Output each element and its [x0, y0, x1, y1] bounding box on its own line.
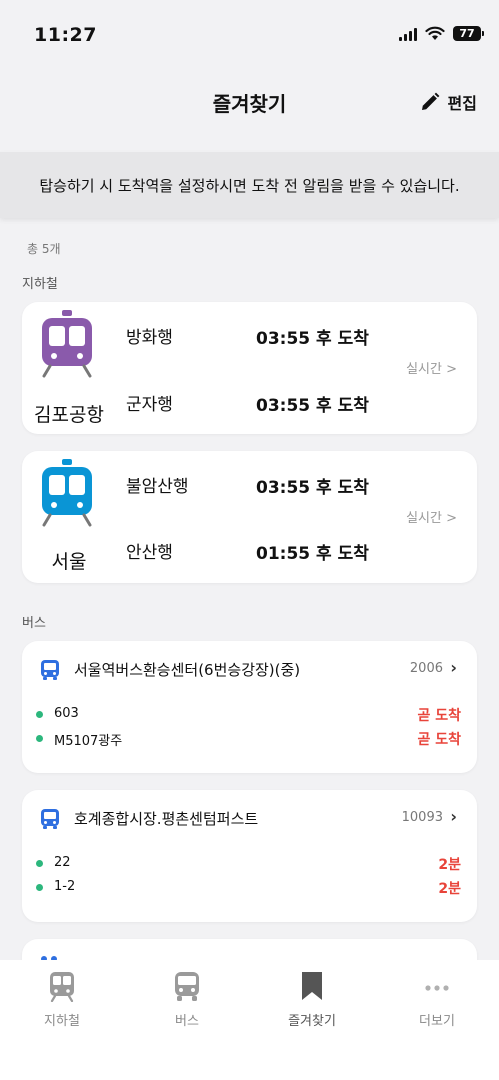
route-status-dot — [36, 711, 43, 718]
arrival-time: 01:55 후 도착 — [256, 544, 369, 564]
realtime-link[interactable]: 실시간 > — [406, 358, 457, 377]
section-label-subway: 지하철 — [22, 277, 58, 292]
tab-more[interactable]: 더보기 — [387, 970, 487, 1029]
tab-label: 지하철 — [44, 1014, 80, 1029]
route-status-dot — [36, 884, 43, 891]
route-number: 1-2 — [54, 879, 76, 894]
subway-favorite-card[interactable]: 김포공항 방화행 03:55 후 도착 실시간 > 군자행 03:55 후 도착 — [22, 302, 477, 434]
bookmark-icon — [302, 972, 322, 1000]
edit-button[interactable]: 편집 — [420, 90, 477, 114]
notice-text: 탑승하기 시 도착역을 설정하시면 도착 전 알림을 받을 수 있습니다. — [39, 176, 460, 195]
subway-favorite-card[interactable]: 서울 불암산행 03:55 후 도착 실시간 > 안산행 01:55 후 도착 — [22, 451, 477, 583]
tab-bar: 지하철 버스 즐겨찾기 더보기 — [0, 960, 499, 1080]
train-icon — [50, 972, 74, 1002]
tab-label: 즐겨찾기 — [288, 1014, 336, 1029]
status-time: 11:27 — [34, 24, 97, 46]
arrival-time: 03:55 후 도착 — [256, 396, 369, 416]
route-eta: 2분 — [438, 857, 461, 873]
route-eta: 2분 — [438, 881, 461, 897]
direction-label: 군자행 — [126, 395, 173, 415]
route-eta: 곧 도착 — [417, 732, 461, 748]
direction-label: 안산행 — [126, 543, 173, 563]
route-status-dot — [36, 860, 43, 867]
chevron-right-icon[interactable]: › — [450, 807, 457, 826]
route-eta: 곧 도착 — [417, 708, 461, 724]
realtime-link[interactable]: 실시간 > — [406, 507, 457, 526]
tab-bus[interactable]: 버스 — [137, 970, 237, 1029]
section-label-bus: 버스 — [22, 616, 46, 631]
battery-icon: 77 — [453, 26, 484, 41]
route-status-dot — [36, 735, 43, 742]
arrival-time: 03:55 후 도착 — [256, 478, 369, 498]
more-icon — [425, 985, 449, 991]
tab-favorites[interactable]: 즐겨찾기 — [262, 970, 362, 1029]
bus-route-row: 1-2 2분 — [36, 878, 461, 898]
bus-stop-id: 10093 — [401, 810, 443, 825]
bus-icon — [175, 972, 199, 1001]
total-count: 총 5개 — [27, 242, 61, 256]
header: 즐겨찾기 편집 — [0, 80, 499, 124]
bus-stop-name: 서울역버스환승센터(6번승강장)(중) — [74, 661, 301, 679]
status-bar: 11:27 77 — [0, 0, 499, 72]
route-number: 22 — [54, 855, 71, 870]
route-number: 603 — [54, 706, 79, 721]
bus-stop-name: 호계종합시장.평촌센텀퍼스트 — [74, 810, 259, 828]
bus-route-row: 603 곧 도착 — [36, 705, 461, 725]
bus-favorite-card[interactable]: 호계종합시장.평촌센텀퍼스트 10093 › 22 2분 1-2 2분 — [22, 790, 477, 922]
tab-label: 더보기 — [419, 1014, 455, 1029]
edit-label: 편집 — [447, 94, 477, 113]
route-number: M5107광주 — [54, 734, 123, 749]
chevron-right-icon[interactable]: › — [450, 658, 457, 677]
notice-banner: 탑승하기 시 도착역을 설정하시면 도착 전 알림을 받을 수 있습니다. — [0, 152, 499, 218]
train-icon — [42, 459, 92, 527]
bus-route-row: M5107광주 곧 도착 — [36, 729, 461, 749]
wifi-icon — [425, 26, 445, 40]
direction-label: 방화행 — [126, 328, 173, 348]
tab-label: 버스 — [175, 1014, 199, 1029]
signal-icon — [399, 27, 417, 41]
station-name: 서울 — [51, 551, 87, 573]
tab-subway[interactable]: 지하철 — [12, 970, 112, 1029]
bus-stop-id: 2006 — [409, 661, 443, 676]
train-icon — [42, 310, 92, 378]
bus-icon — [41, 660, 59, 680]
direction-label: 불암산행 — [126, 477, 189, 497]
arrival-time: 03:55 후 도착 — [256, 329, 369, 349]
bus-icon — [41, 809, 59, 829]
station-name: 김포공항 — [34, 404, 104, 426]
status-icons: 77 — [399, 26, 484, 41]
bus-favorite-card[interactable]: 서울역버스환승센터(6번승강장)(중) 2006 › 603 곧 도착 M510… — [22, 641, 477, 773]
bus-route-row: 22 2분 — [36, 854, 461, 874]
pencil-icon — [421, 92, 439, 110]
